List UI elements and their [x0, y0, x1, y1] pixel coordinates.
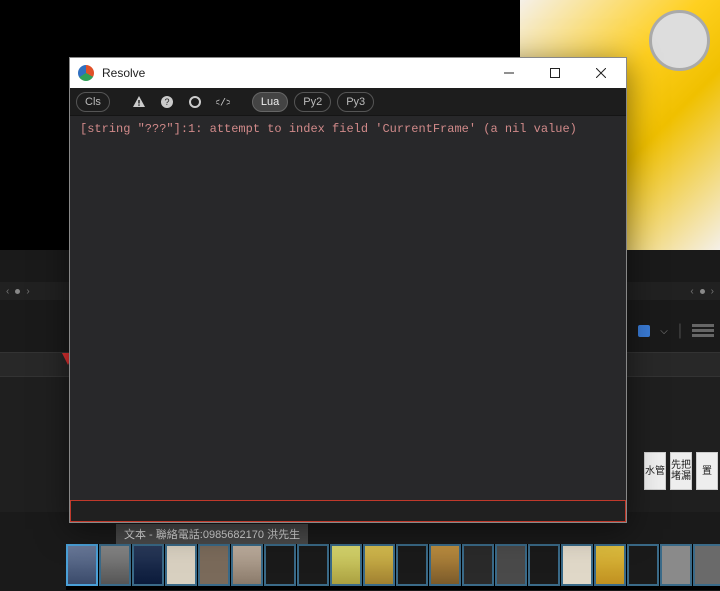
chip[interactable]: 置 [696, 452, 718, 490]
lang-py2-button[interactable]: Py2 [294, 92, 331, 112]
chevron-right-icon[interactable]: › [711, 286, 714, 297]
warning-icon[interactable] [128, 92, 150, 112]
svg-text:</>: </> [216, 97, 230, 109]
console-error-line: [string "???"]:1: attempt to index field… [80, 122, 616, 136]
chevron-left-icon[interactable]: ‹ [690, 286, 693, 297]
media-thumb[interactable] [363, 544, 395, 586]
lang-py3-button[interactable]: Py3 [337, 92, 374, 112]
close-button[interactable] [578, 58, 624, 88]
media-thumb[interactable] [495, 544, 527, 586]
media-thumb[interactable] [231, 544, 263, 586]
window-title: Resolve [102, 66, 486, 80]
subtitle-chips: 水管 先把堵漏 置 [644, 452, 718, 490]
console-input-wrap [70, 500, 626, 522]
chip[interactable]: 水管 [644, 452, 666, 490]
media-thumb[interactable] [396, 544, 428, 586]
svg-text:?: ? [164, 97, 169, 107]
console-input[interactable] [71, 501, 625, 521]
page-dots-right[interactable]: ‹ › [690, 286, 714, 297]
minimize-button[interactable] [486, 58, 532, 88]
media-thumb[interactable] [528, 544, 560, 586]
media-thumb[interactable] [165, 544, 197, 586]
media-thumbnail-strip[interactable] [66, 544, 720, 590]
clear-button[interactable]: Cls [76, 92, 110, 112]
media-thumb[interactable] [66, 544, 98, 586]
help-icon[interactable]: ? [156, 92, 178, 112]
media-thumb[interactable] [198, 544, 230, 586]
code-icon[interactable]: </> [212, 92, 234, 112]
media-thumb[interactable] [99, 544, 131, 586]
chip[interactable]: 先把堵漏 [670, 452, 692, 490]
chevron-left-icon[interactable]: ‹ [6, 286, 9, 297]
media-thumb[interactable] [594, 544, 626, 586]
dot-1[interactable] [15, 289, 20, 294]
media-thumb[interactable] [561, 544, 593, 586]
console-window: Resolve Cls ? [69, 57, 627, 523]
lang-lua-button[interactable]: Lua [252, 92, 288, 112]
media-thumb[interactable] [297, 544, 329, 586]
media-thumb[interactable] [264, 544, 296, 586]
color-swatch-icon[interactable] [638, 325, 650, 337]
chevron-right-icon[interactable]: › [26, 286, 29, 297]
media-thumb[interactable] [132, 544, 164, 586]
media-thumb[interactable] [429, 544, 461, 586]
console-toolbar: Cls ? </> Lua Py2 Py3 [70, 88, 626, 116]
gear-icon[interactable] [184, 92, 206, 112]
page-dots-left[interactable]: ‹ › [6, 286, 30, 297]
titlebar[interactable]: Resolve [70, 58, 626, 88]
media-thumb[interactable] [462, 544, 494, 586]
timeline-right-controls: ⌵ | [638, 320, 714, 342]
app-icon [78, 65, 94, 81]
media-thumb[interactable] [660, 544, 692, 586]
clip-tooltip: 文本 - 聯絡電話:0985682170 洪先生 [116, 524, 308, 544]
media-thumb[interactable] [330, 544, 362, 586]
chevron-down-icon[interactable]: ⌵ [660, 326, 668, 337]
layout-grid-icon[interactable] [692, 324, 714, 338]
dot-1[interactable] [700, 289, 705, 294]
media-thumb[interactable] [627, 544, 659, 586]
media-thumb[interactable] [693, 544, 720, 586]
maximize-button[interactable] [532, 58, 578, 88]
console-output[interactable]: [string "???"]:1: attempt to index field… [70, 116, 626, 500]
console-body: Cls ? </> Lua Py2 Py3 [string "???"]:1: … [70, 88, 626, 522]
